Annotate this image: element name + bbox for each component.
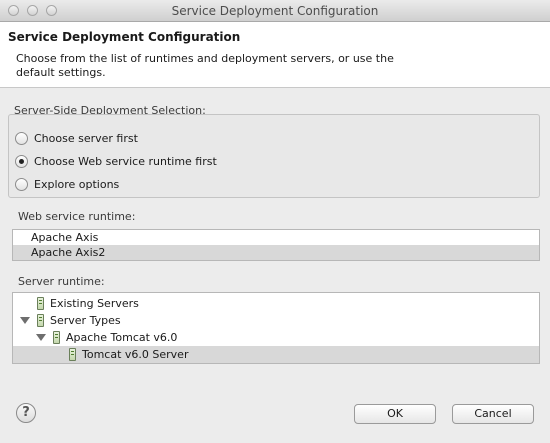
server-runtime-label: Server runtime: bbox=[18, 275, 105, 288]
server-icon bbox=[69, 348, 76, 361]
header-description: Choose from the list of runtimes and dep… bbox=[16, 52, 394, 79]
server-icon bbox=[37, 297, 44, 310]
list-item[interactable]: Apache Axis bbox=[13, 230, 539, 245]
runtime-list[interactable]: Apache Axis Apache Axis2 bbox=[12, 229, 540, 261]
radio-button[interactable] bbox=[15, 131, 28, 145]
dialog-header: Service Deployment Configuration Choose … bbox=[0, 22, 550, 88]
tree-item-existing-servers[interactable]: Existing Servers bbox=[13, 295, 539, 312]
tree-item-server-types[interactable]: Server Types bbox=[13, 312, 539, 329]
deployment-selection-group: Choose server first Choose Web service r… bbox=[8, 114, 540, 198]
radio-explore-options[interactable]: Explore options bbox=[15, 175, 119, 193]
radio-label: Choose Web service runtime first bbox=[34, 154, 217, 168]
radio-button[interactable] bbox=[15, 177, 28, 191]
tree-item-tomcat-server-selected[interactable]: Tomcat v6.0 Server bbox=[13, 346, 539, 363]
tree-item-label: Server Types bbox=[50, 314, 121, 327]
server-tree[interactable]: Existing Servers Server Types Apache Tom… bbox=[12, 292, 540, 364]
runtime-label: Web service runtime: bbox=[18, 210, 136, 223]
ok-button[interactable]: OK bbox=[354, 404, 436, 424]
radio-choose-server-first[interactable]: Choose server first bbox=[15, 129, 138, 147]
tree-item-apache-tomcat[interactable]: Apache Tomcat v6.0 bbox=[13, 329, 539, 346]
title-bar: Service Deployment Configuration bbox=[0, 0, 550, 22]
server-icon bbox=[37, 314, 44, 327]
server-icon bbox=[53, 331, 60, 344]
tree-item-label: Existing Servers bbox=[50, 297, 139, 310]
expand-triangle-icon[interactable] bbox=[36, 334, 46, 341]
expand-triangle-icon[interactable] bbox=[20, 317, 30, 324]
help-icon[interactable]: ? bbox=[16, 403, 36, 423]
cancel-button[interactable]: Cancel bbox=[452, 404, 534, 424]
list-item-selected[interactable]: Apache Axis2 bbox=[13, 245, 539, 260]
radio-choose-runtime-first[interactable]: Choose Web service runtime first bbox=[15, 152, 217, 170]
radio-label: Choose server first bbox=[34, 131, 138, 145]
window-title: Service Deployment Configuration bbox=[171, 4, 379, 18]
radio-label: Explore options bbox=[34, 177, 120, 191]
tree-item-label: Apache Tomcat v6.0 bbox=[66, 331, 178, 344]
header-title: Service Deployment Configuration bbox=[8, 30, 241, 44]
radio-button-selected[interactable] bbox=[15, 154, 28, 168]
tree-item-label: Tomcat v6.0 Server bbox=[82, 348, 189, 361]
